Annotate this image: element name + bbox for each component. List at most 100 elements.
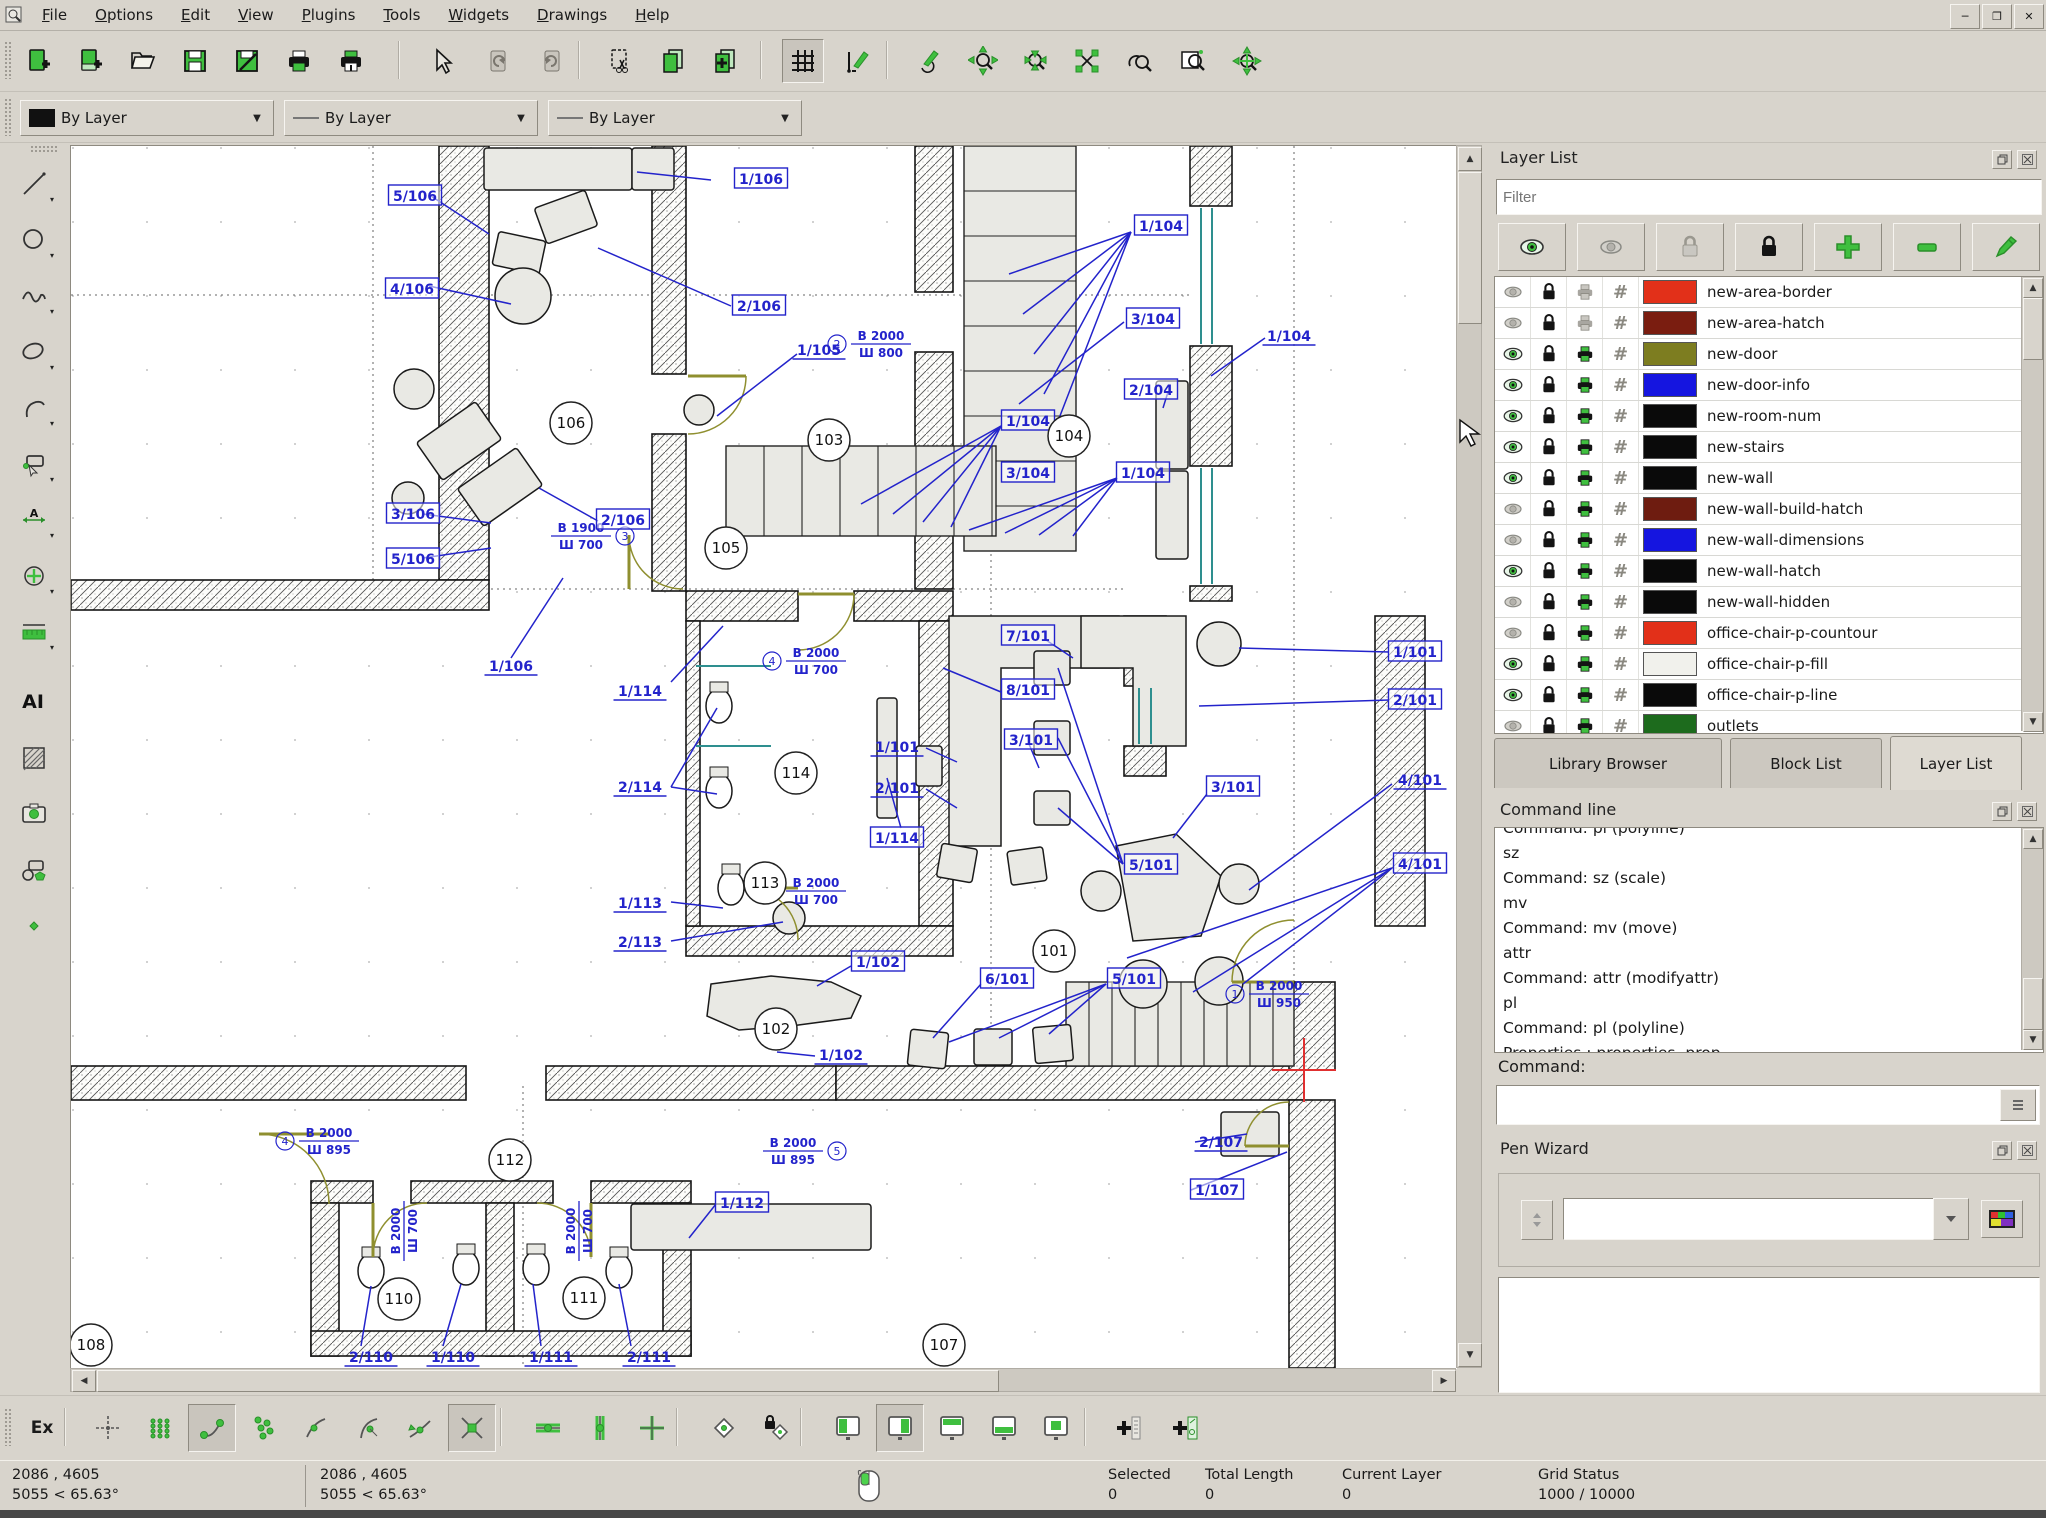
eye-icon[interactable]: [1495, 463, 1531, 493]
layer-row[interactable]: #new-wall-hatch: [1495, 556, 2043, 587]
layer-row[interactable]: #new-stairs: [1495, 432, 2043, 463]
construction-icon[interactable]: #: [1603, 587, 1639, 617]
print-icon[interactable]: [1567, 587, 1603, 617]
layer-row[interactable]: #new-area-hatch: [1495, 308, 2043, 339]
restrict-orthogonal-button[interactable]: [628, 1404, 676, 1452]
construction-icon[interactable]: #: [1603, 618, 1639, 648]
layer-row[interactable]: #new-area-border: [1495, 277, 2043, 308]
construction-icon[interactable]: #: [1603, 463, 1639, 493]
eye-off-icon[interactable]: [1495, 308, 1531, 338]
color-picker-button[interactable]: [1981, 1200, 2023, 1238]
pen-wizard-spin-button[interactable]: [1521, 1200, 1553, 1240]
tool-measure-button[interactable]: ▾: [13, 611, 55, 653]
construction-icon[interactable]: #: [1603, 432, 1639, 462]
menu-tools[interactable]: Tools: [369, 3, 434, 27]
layer-row[interactable]: #new-door: [1495, 339, 2043, 370]
dock-left-button[interactable]: [824, 1404, 872, 1452]
layer-row[interactable]: #office-chair-p-fill: [1495, 649, 2043, 680]
toolbar-handle[interactable]: [4, 41, 12, 79]
layer-row[interactable]: #new-wall: [1495, 463, 2043, 494]
snap-intersection-button[interactable]: [448, 1404, 496, 1452]
eye-off-icon[interactable]: [1495, 618, 1531, 648]
menu-help[interactable]: Help: [621, 3, 683, 27]
menu-widgets[interactable]: Widgets: [434, 3, 523, 27]
command-input[interactable]: [1496, 1085, 2040, 1125]
command-options-icon[interactable]: [2000, 1089, 2036, 1121]
print-preview-button[interactable]: [330, 39, 372, 83]
eye-icon[interactable]: [1495, 432, 1531, 462]
eye-icon[interactable]: [1495, 401, 1531, 431]
unlock-all-button[interactable]: [1656, 223, 1724, 271]
eye-off-icon[interactable]: [1495, 711, 1531, 734]
pen-wizard-list[interactable]: [1498, 1277, 2040, 1393]
set-rel-zero-button[interactable]: [700, 1404, 748, 1452]
menu-plugins[interactable]: Plugins: [288, 3, 370, 27]
tab-library-browser[interactable]: Library Browser: [1494, 738, 1722, 788]
float-panel-icon[interactable]: [1992, 1141, 2012, 1160]
new-button[interactable]: [18, 39, 60, 83]
scroll-up-icon[interactable]: ▲: [2023, 278, 2043, 298]
close-button[interactable]: ✕: [2014, 4, 2044, 29]
lock-icon[interactable]: [1531, 556, 1567, 586]
restrict-horizontal-button[interactable]: [524, 1404, 572, 1452]
snap-distance-button[interactable]: [396, 1404, 444, 1452]
exclusive-snap-button[interactable]: Ex: [18, 1404, 66, 1452]
construction-icon[interactable]: #: [1603, 308, 1639, 338]
layer-row[interactable]: #new-wall-build-hatch: [1495, 494, 2043, 525]
menu-drawings[interactable]: Drawings: [523, 3, 621, 27]
save-as-button[interactable]: [226, 39, 268, 83]
restore-button[interactable]: ❐: [1982, 4, 2012, 29]
pen-edit-button[interactable]: [908, 39, 950, 83]
snap-middle-button[interactable]: [240, 1404, 288, 1452]
close-panel-icon[interactable]: [2017, 1141, 2037, 1160]
vscroll-thumb[interactable]: [1458, 172, 1482, 324]
zoom-pan-button[interactable]: [1226, 39, 1268, 83]
drawing-canvas[interactable]: B 2000Ш 8002B 1900Ш 7003B 2000Ш 7004B 20…: [70, 145, 1456, 1368]
add-pen-widget-button[interactable]: [1160, 1404, 1208, 1452]
float-panel-icon[interactable]: [1992, 802, 2012, 821]
select-arrow-button[interactable]: [420, 39, 462, 83]
lock-icon[interactable]: [1531, 432, 1567, 462]
print-icon[interactable]: [1567, 370, 1603, 400]
close-panel-icon[interactable]: [2017, 802, 2037, 821]
restrict-vertical-button[interactable]: [576, 1404, 624, 1452]
lock-icon[interactable]: [1531, 680, 1567, 710]
close-panel-icon[interactable]: [2017, 150, 2037, 169]
grid-toggle-button[interactable]: [782, 39, 824, 83]
layer-row[interactable]: #new-door-info: [1495, 370, 2043, 401]
print-icon[interactable]: [1567, 494, 1603, 524]
print-icon[interactable]: [1567, 525, 1603, 555]
open-button[interactable]: [122, 39, 164, 83]
print-icon[interactable]: [1567, 277, 1603, 307]
scroll-down-icon[interactable]: ▼: [2023, 1030, 2043, 1050]
eye-icon[interactable]: [1495, 556, 1531, 586]
add-command-widget-button[interactable]: [1104, 1404, 1152, 1452]
eye-off-icon[interactable]: [1495, 587, 1531, 617]
layer-row[interactable]: #new-room-num: [1495, 401, 2043, 432]
chevron-down-icon[interactable]: [1933, 1198, 1969, 1240]
penbar-handle[interactable]: [4, 98, 12, 136]
layer-filter-input[interactable]: [1496, 179, 2042, 215]
tool-text-button[interactable]: AI: [13, 681, 55, 723]
layer-row[interactable]: #office-chair-p-countour: [1495, 618, 2043, 649]
print-icon[interactable]: [1567, 308, 1603, 338]
lock-icon[interactable]: [1531, 277, 1567, 307]
eye-icon[interactable]: [1495, 339, 1531, 369]
print-icon[interactable]: [1567, 711, 1603, 734]
paste-button[interactable]: [704, 39, 746, 83]
menu-view[interactable]: View: [224, 3, 288, 27]
scroll-up-icon[interactable]: ▲: [1458, 147, 1482, 171]
lock-icon[interactable]: [1531, 525, 1567, 555]
lock-icon[interactable]: [1531, 308, 1567, 338]
scroll-down-icon[interactable]: ▼: [2023, 712, 2043, 732]
add-layer-button[interactable]: [1814, 223, 1882, 271]
zoom-previous-button[interactable]: [1118, 39, 1160, 83]
tool-move-rotate-button[interactable]: ▾: [13, 555, 55, 597]
print-icon[interactable]: [1567, 432, 1603, 462]
construction-icon[interactable]: #: [1603, 401, 1639, 431]
tab-layer-list[interactable]: Layer List: [1890, 736, 2022, 790]
layer-table-scrollbar[interactable]: ▲ ▼: [2021, 277, 2043, 731]
lock-icon[interactable]: [1531, 463, 1567, 493]
menu-edit[interactable]: Edit: [167, 3, 224, 27]
lock-icon[interactable]: [1531, 618, 1567, 648]
